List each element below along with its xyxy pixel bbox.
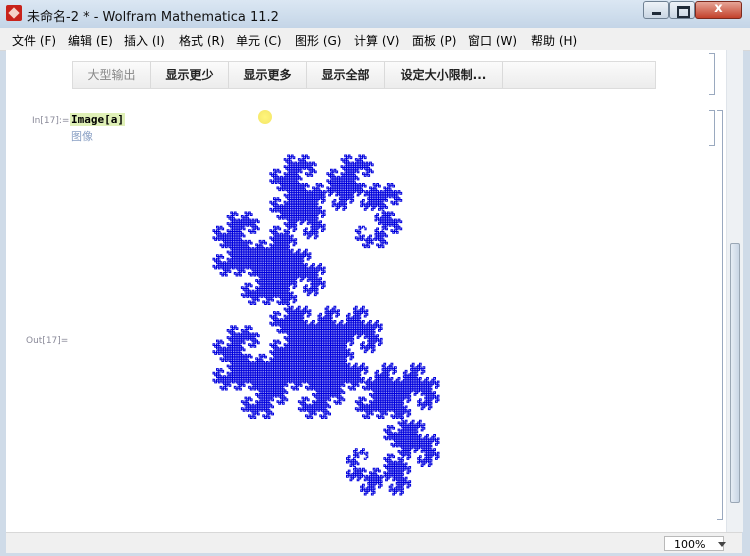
- menu-bar: 文件 (F) 编辑 (E) 插入 (I) 格式 (R) 单元 (C) 图形 (G…: [0, 28, 750, 51]
- menu-format[interactable]: 格式 (R): [179, 32, 225, 49]
- menu-palettes[interactable]: 面板 (P): [412, 32, 456, 49]
- zoom-selector[interactable]: 100%: [664, 536, 724, 551]
- menu-evaluation[interactable]: 计算 (V): [354, 32, 399, 49]
- maximize-button[interactable]: [669, 1, 695, 19]
- menu-file[interactable]: 文件 (F): [12, 32, 56, 49]
- fractal-image[interactable]: [6, 50, 742, 532]
- status-bar: 100%: [6, 532, 742, 553]
- close-icon: x: [714, 1, 723, 16]
- menu-graphics[interactable]: 图形 (G): [295, 32, 341, 49]
- menu-cell[interactable]: 单元 (C): [236, 32, 282, 49]
- input-cell-bracket[interactable]: [709, 110, 715, 146]
- chevron-down-icon[interactable]: [718, 542, 726, 547]
- menu-insert[interactable]: 插入 (I): [124, 32, 165, 49]
- notebook-area[interactable]: 大型输出 显示更少 显示更多 显示全部 设定大小限制... In[17]:= I…: [6, 50, 742, 532]
- output-cell-bracket[interactable]: [709, 53, 715, 95]
- menu-help[interactable]: 帮助 (H): [531, 32, 577, 49]
- window-title: 未命名-2 * - Wolfram Mathematica 11.2: [27, 10, 279, 25]
- vertical-scrollbar[interactable]: [726, 50, 743, 532]
- menu-window[interactable]: 窗口 (W): [468, 32, 517, 49]
- dragon-curve-path: [212, 154, 440, 496]
- mathematica-app-icon[interactable]: [6, 5, 22, 21]
- title-bar: 未命名-2 * - Wolfram Mathematica 11.2 x: [0, 0, 750, 28]
- menu-edit[interactable]: 编辑 (E): [68, 32, 113, 49]
- group-cell-bracket[interactable]: [717, 110, 723, 520]
- minimize-button[interactable]: [643, 1, 669, 19]
- close-button[interactable]: x: [695, 1, 742, 19]
- scrollbar-thumb[interactable]: [730, 243, 740, 503]
